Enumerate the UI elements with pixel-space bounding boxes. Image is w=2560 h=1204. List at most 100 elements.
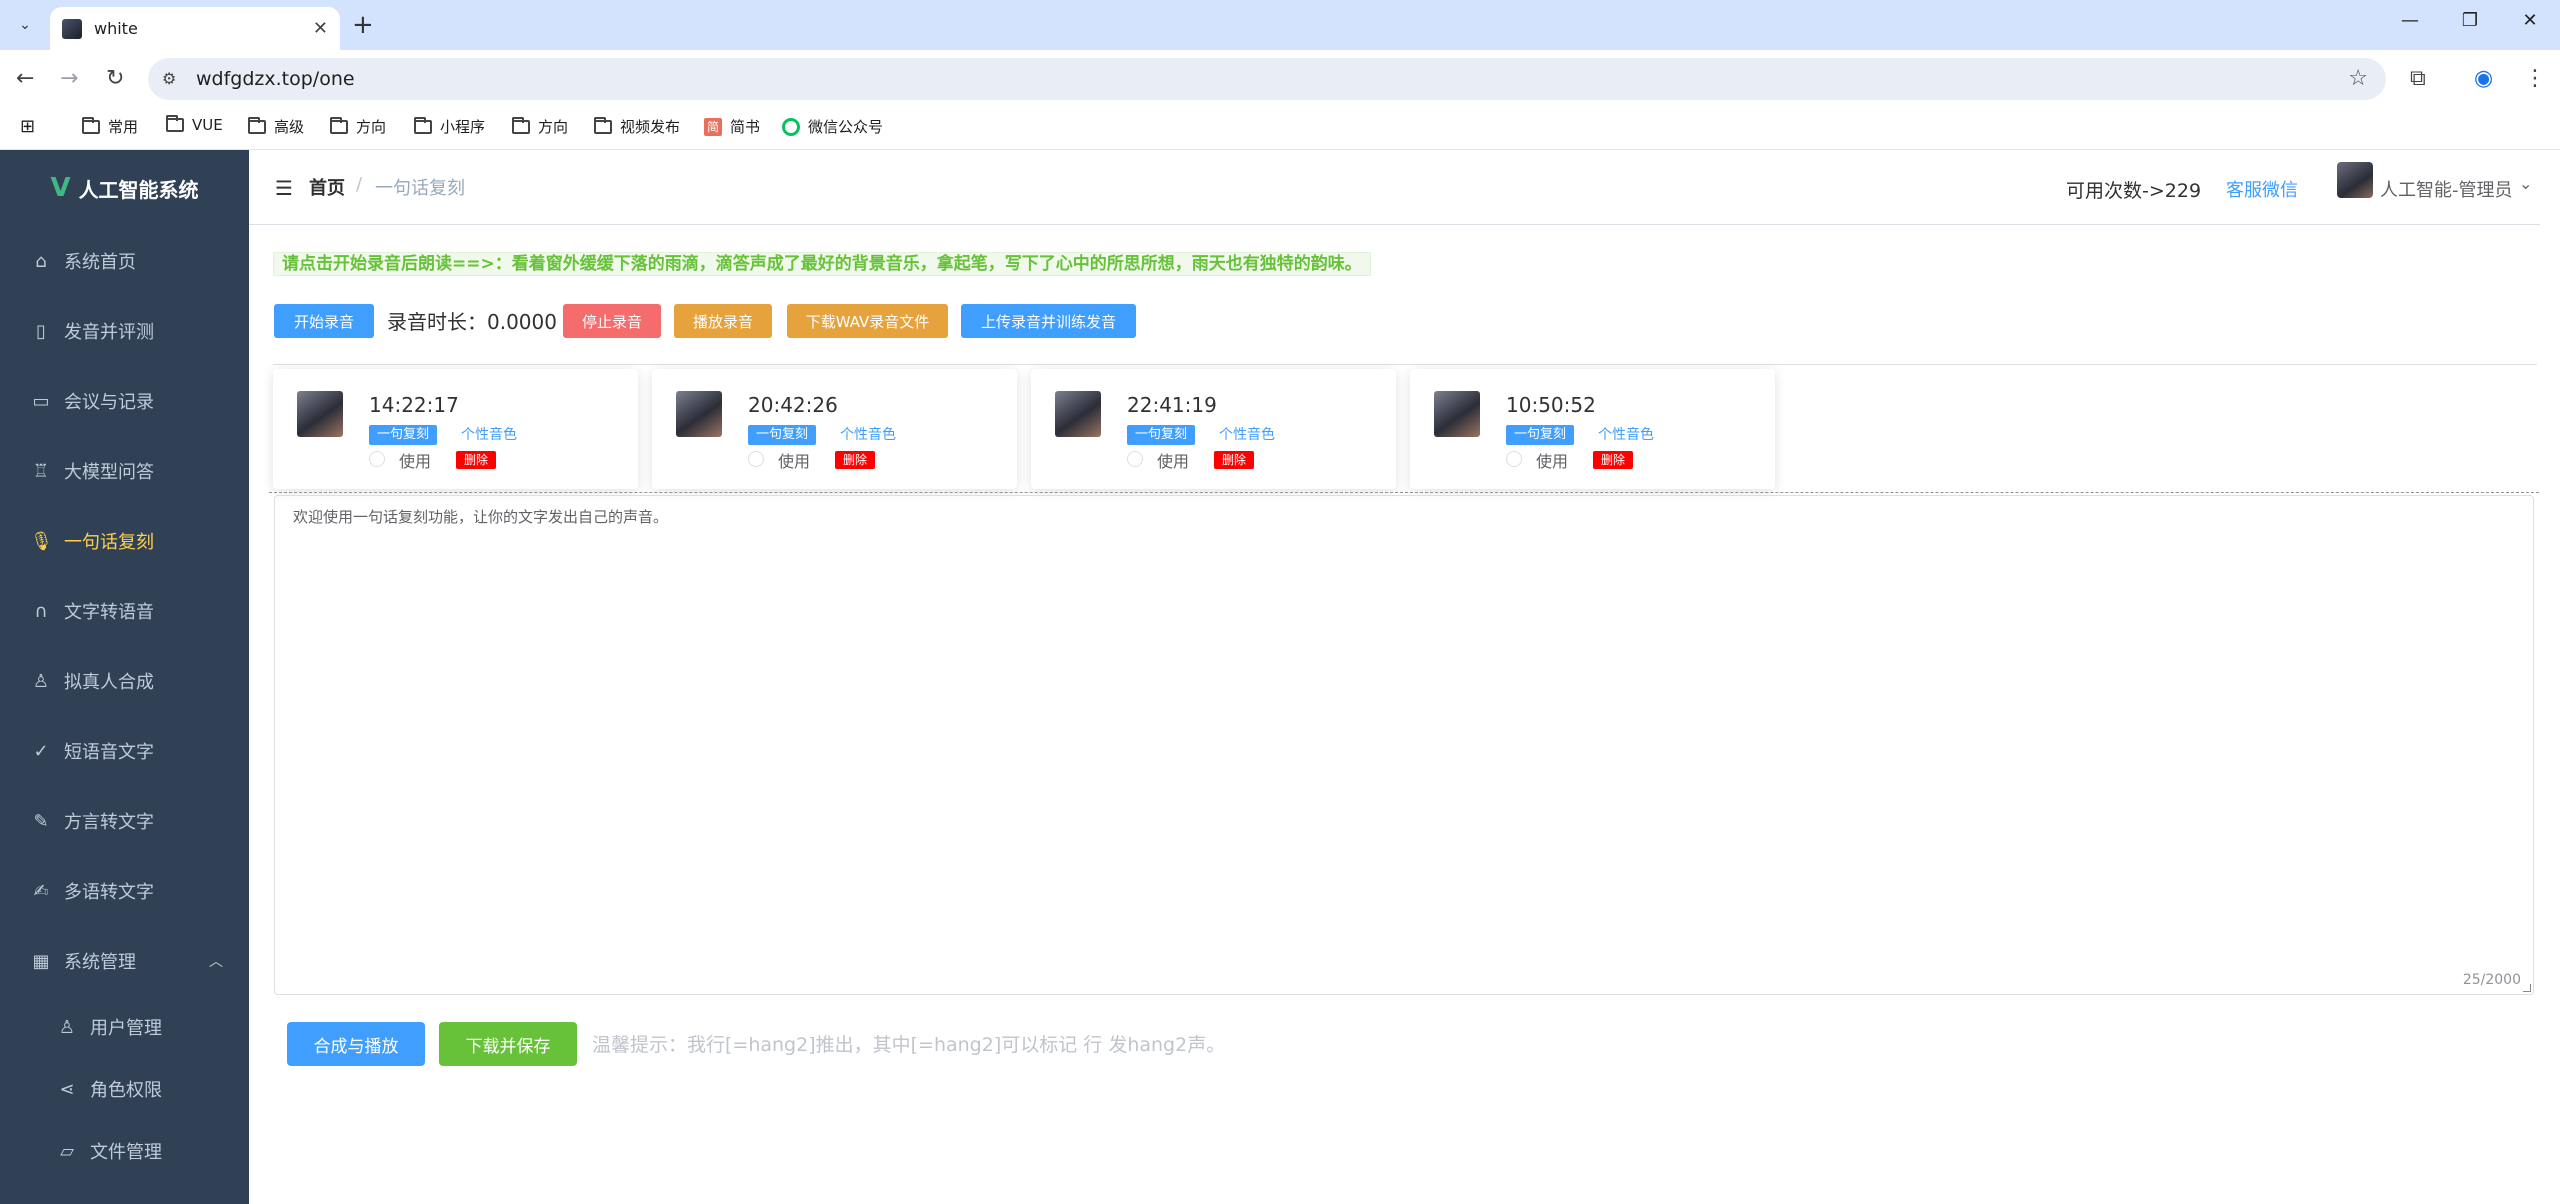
folder-icon — [166, 115, 184, 132]
sidebar-item-files[interactable]: ▱ 文件管理 — [0, 1116, 249, 1186]
restore-icon[interactable]: ❐ — [2440, 10, 2500, 31]
download-wav-button[interactable]: 下载WAV录音文件 — [787, 304, 948, 338]
sidebar-item-human-synth[interactable]: ♙ 拟真人合成 — [0, 646, 249, 716]
cup-icon: ♖ — [32, 460, 50, 482]
avatar — [1055, 391, 1101, 437]
microphone-icon: 🎙 — [30, 530, 53, 552]
card-tag: 一句复刻 — [748, 425, 817, 445]
use-label[interactable]: 使用 — [1536, 448, 1568, 472]
hamburger-icon[interactable]: ☰ — [275, 176, 293, 200]
logo[interactable]: V 人工智能系统 — [0, 150, 249, 226]
avatar — [297, 391, 343, 437]
bookmark-item[interactable]: 方向 — [512, 116, 568, 137]
delete-button[interactable]: 删除 — [456, 451, 497, 469]
sidebar-item-tts[interactable]: ∩ 文字转语音 — [0, 576, 249, 646]
omnibox[interactable]: ⚙ wdfgdzx.top/one ☆ — [148, 58, 2386, 100]
use-radio[interactable] — [369, 451, 385, 467]
chevron-up-icon: ︿ — [209, 954, 223, 970]
site-info-icon[interactable]: ⚙ — [162, 69, 176, 88]
stop-record-button[interactable]: 停止录音 — [563, 304, 661, 338]
play-record-button[interactable]: 播放录音 — [674, 304, 772, 338]
back-icon[interactable]: ← — [16, 66, 34, 91]
sidebar-item-multilingual[interactable]: ✍ 多语转文字 — [0, 856, 249, 926]
use-radio[interactable] — [1127, 451, 1143, 467]
delete-button[interactable]: 删除 — [1593, 451, 1634, 469]
card-tag: 一句复刻 — [369, 425, 438, 445]
close-icon[interactable]: ✕ — [313, 18, 328, 39]
main-content: ☰ 首页 / 一句话复刻 可用次数->229 客服微信 人工智能-管理员 ⌄ 请… — [249, 150, 2560, 1204]
use-label[interactable]: 使用 — [1157, 448, 1189, 472]
voice-link[interactable]: 个性音色 — [1219, 425, 1275, 445]
sidebar-item-home[interactable]: ⌂ 系统首页 — [0, 226, 249, 296]
extensions-icon[interactable]: ⧉ — [2410, 66, 2426, 91]
divider — [269, 492, 2539, 493]
text-input-value[interactable]: 欢迎使用一句话复刻功能，让你的文字发出自己的声音。 — [293, 508, 668, 526]
chevron-down-icon[interactable]: ⌄ — [2519, 174, 2532, 193]
reload-icon[interactable]: ↻ — [106, 66, 124, 91]
folder-icon — [82, 116, 100, 134]
sidebar-item-users[interactable]: ♙ 用户管理 — [0, 992, 249, 1062]
user-name[interactable]: 人工智能-管理员 — [2380, 176, 2513, 202]
apps-grid-icon[interactable]: ⊞ — [20, 116, 35, 137]
bookmark-item[interactable]: 常用 — [82, 116, 138, 137]
start-record-button[interactable]: 开始录音 — [274, 304, 374, 338]
monitor-icon: ▭ — [32, 390, 50, 412]
synth-play-button[interactable]: 合成与播放 — [287, 1022, 425, 1066]
breadcrumb-separator: / — [356, 174, 363, 195]
download-save-button[interactable]: 下载并保存 — [439, 1022, 577, 1066]
delete-button[interactable]: 删除 — [1214, 451, 1255, 469]
profile-icon[interactable]: ◉ — [2474, 66, 2493, 91]
sidebar-item-meeting[interactable]: ▭ 会议与记录 — [0, 366, 249, 436]
sidebar-item-short-speech[interactable]: ✓ 短语音文字 — [0, 716, 249, 786]
voice-link[interactable]: 个性音色 — [1598, 425, 1654, 445]
recording-tip: 请点击开始录音后朗读==>：看着窗外缓缓下落的雨滴，滴答声成了最好的背景音乐，拿… — [273, 252, 1371, 276]
browser-tab[interactable]: white ✕ — [50, 7, 340, 50]
user-icon: ♙ — [32, 670, 50, 692]
breadcrumb-home[interactable]: 首页 — [309, 174, 345, 200]
bookmark-item[interactable]: 简简书 — [704, 116, 760, 137]
sidebar-item-pronunciation[interactable]: ▯ 发音并评测 — [0, 296, 249, 366]
text-input[interactable]: 欢迎使用一句话复刻功能，让你的文字发出自己的声音。 25/2000 — [274, 495, 2534, 995]
folder-icon — [248, 116, 266, 134]
more-icon[interactable]: ⋮ — [2524, 66, 2546, 91]
folder-icon — [594, 116, 612, 134]
use-label[interactable]: 使用 — [778, 448, 810, 472]
url-text[interactable]: wdfgdzx.top/one — [196, 68, 355, 90]
bookmark-item[interactable]: VUE — [166, 115, 223, 134]
book-icon: ▯ — [36, 320, 46, 342]
card-time: 22:41:19 — [1127, 393, 1217, 417]
new-tab-button[interactable]: + — [352, 12, 374, 38]
use-radio[interactable] — [1506, 451, 1522, 467]
bookmark-star-icon[interactable]: ☆ — [2348, 66, 2368, 91]
card-tag: 一句复刻 — [1506, 425, 1575, 445]
sidebar-item-system[interactable]: ▦ 系统管理 ︿ — [0, 926, 249, 996]
use-radio[interactable] — [748, 451, 764, 467]
bookmark-item[interactable]: 微信公众号 — [782, 116, 883, 137]
breadcrumb-current: 一句话复刻 — [375, 178, 465, 199]
avatar[interactable] — [2337, 162, 2373, 198]
pen-icon: ✎ — [33, 810, 49, 832]
voice-card: 22:41:19 一句复刻 个性音色 使用 删除 — [1031, 369, 1396, 489]
sidebar-item-llm-qa[interactable]: ♖ 大模型问答 — [0, 436, 249, 506]
bookmark-item[interactable]: 高级 — [248, 116, 304, 137]
window-close-icon[interactable]: ✕ — [2500, 10, 2560, 31]
sidebar-item-dialect[interactable]: ✎ 方言转文字 — [0, 786, 249, 856]
service-link[interactable]: 客服微信 — [2226, 176, 2298, 202]
sidebar-item-voice-clone[interactable]: 🎙 一句话复刻 — [0, 506, 249, 576]
bookmark-item[interactable]: 视频发布 — [594, 116, 680, 137]
headset-icon: ∩ — [34, 600, 48, 622]
bookmark-item[interactable]: 方向 — [330, 116, 386, 137]
tab-list-button[interactable]: ⌄ — [12, 12, 38, 38]
sidebar-item-roles[interactable]: ⋖ 角色权限 — [0, 1054, 249, 1124]
use-label[interactable]: 使用 — [399, 448, 431, 472]
voice-link[interactable]: 个性音色 — [840, 425, 896, 445]
minimize-icon[interactable]: — — [2380, 10, 2440, 31]
bookmark-item[interactable]: 小程序 — [414, 116, 485, 137]
folder-icon — [512, 116, 530, 134]
upload-train-button[interactable]: 上传录音并训练发音 — [961, 304, 1136, 338]
forward-icon[interactable]: → — [60, 66, 78, 91]
delete-button[interactable]: 删除 — [835, 451, 876, 469]
navbar: ☰ 首页 / 一句话复刻 可用次数->229 客服微信 人工智能-管理员 ⌄ — [249, 150, 2540, 225]
resize-handle[interactable] — [2523, 984, 2531, 992]
voice-link[interactable]: 个性音色 — [461, 425, 517, 445]
